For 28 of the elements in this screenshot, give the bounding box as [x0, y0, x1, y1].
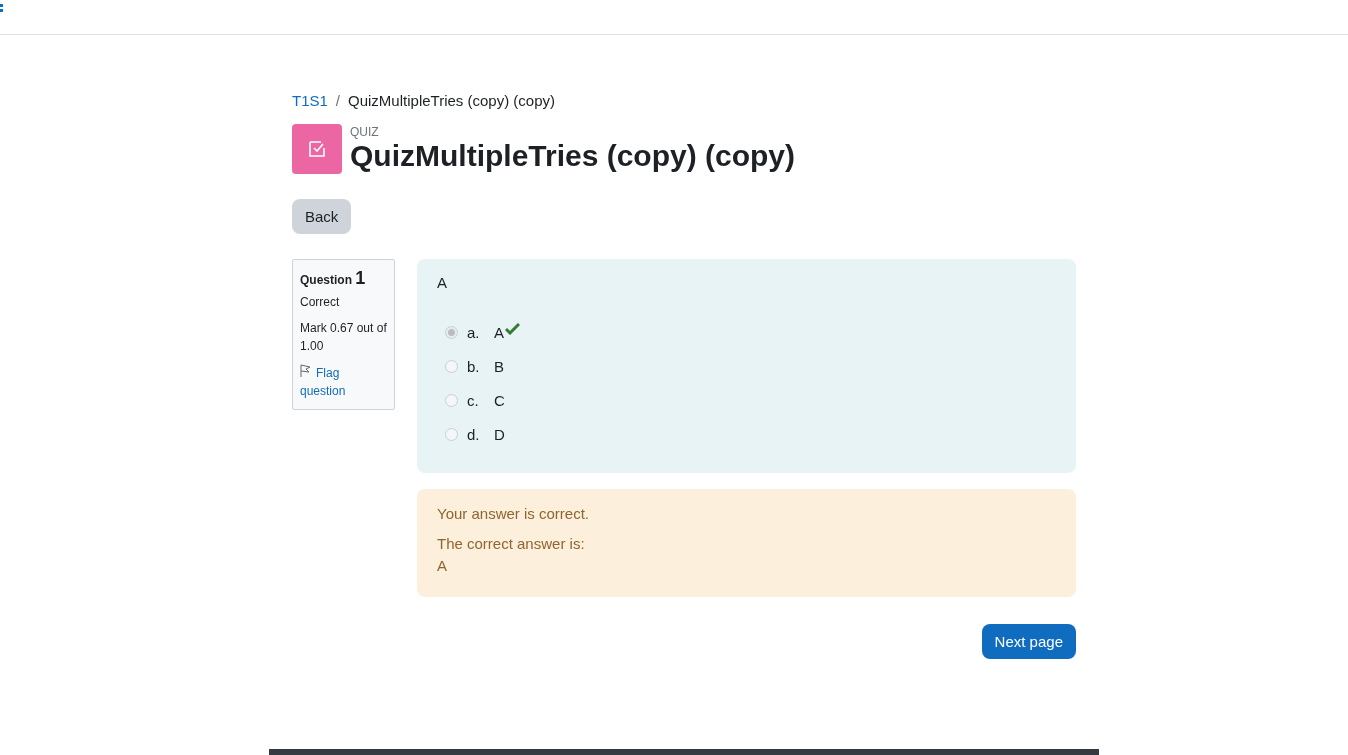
- option-letter: c.: [467, 391, 480, 409]
- radio-button[interactable]: [445, 359, 458, 373]
- radio-button[interactable]: [445, 427, 458, 441]
- page-title: QuizMultipleTries (copy) (copy): [350, 139, 796, 173]
- correct-answer-label: The correct answer is:: [437, 534, 586, 554]
- feedback-text: Your answer is correct.: [437, 504, 590, 524]
- option-text: A: [494, 323, 504, 341]
- option-text: C: [494, 391, 505, 409]
- flag-question-link[interactable]: Flag question: [300, 364, 387, 400]
- radio-button[interactable]: [445, 325, 458, 339]
- back-button[interactable]: Back: [292, 199, 352, 234]
- option-letter: b.: [467, 357, 481, 375]
- question-number: Question 1: [300, 268, 367, 289]
- next-page-button[interactable]: Next page: [981, 624, 1076, 659]
- option-text: B: [494, 357, 504, 375]
- breadcrumb-current: QuizMultipleTries (copy) (copy): [348, 92, 556, 109]
- activity-type: QUIZ: [350, 125, 380, 139]
- option-letter: d.: [467, 425, 481, 443]
- question-state: Correct: [300, 295, 341, 309]
- option-text: D: [494, 425, 505, 443]
- option-letter: a.: [467, 323, 481, 341]
- correct-answer: A: [437, 556, 448, 576]
- quiz-icon: [292, 124, 342, 174]
- question-mark: Mark 0.67 out of 1.00: [300, 320, 387, 355]
- breadcrumb-separator: /: [335, 92, 341, 109]
- radio-button[interactable]: [445, 393, 458, 407]
- question-text: A: [437, 274, 448, 291]
- breadcrumb-link[interactable]: T1S1: [292, 92, 328, 109]
